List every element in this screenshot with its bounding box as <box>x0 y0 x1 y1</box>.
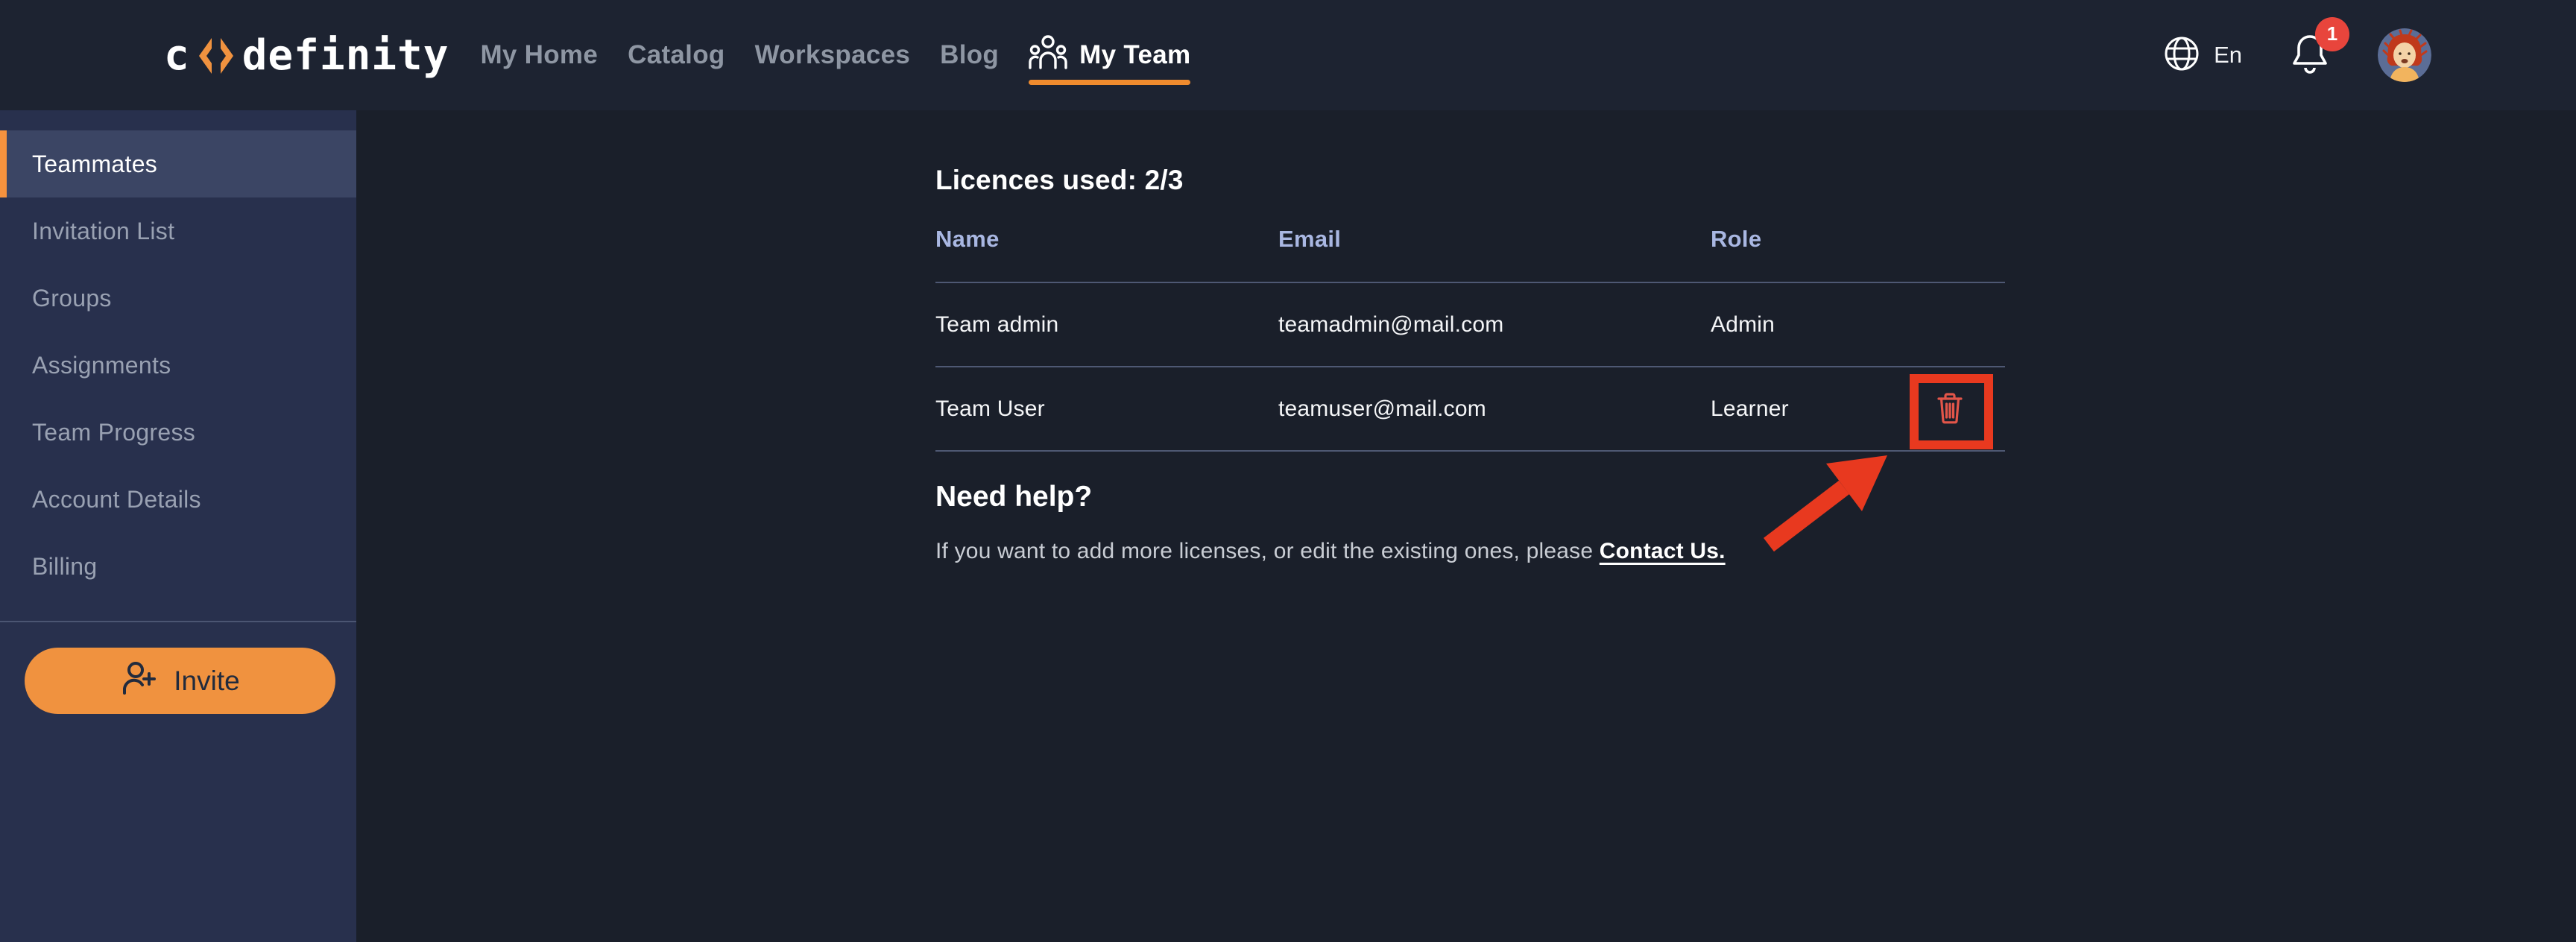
main-nav: My Home Catalog Workspaces Blog My Tea <box>480 0 1190 110</box>
cell-name: Team User <box>935 396 1278 422</box>
sidebar-item-label: Groups <box>32 285 112 312</box>
need-help-title: Need help? <box>935 481 2005 513</box>
team-sidebar: Teammates Invitation List Groups Assignm… <box>0 110 356 942</box>
language-selector[interactable]: En <box>2163 35 2242 76</box>
trash-icon <box>1936 391 1963 426</box>
sidebar-item-label: Billing <box>32 553 97 581</box>
nav-label: My Home <box>480 40 598 70</box>
logo-text-prefix: c <box>164 31 190 80</box>
sidebar-item-teammates[interactable]: Teammates <box>0 130 356 197</box>
need-help-text: If you want to add more licenses, or edi… <box>935 539 2005 564</box>
header-actions: En 1 <box>2163 28 2431 82</box>
user-avatar[interactable] <box>2378 28 2431 82</box>
cell-name: Team admin <box>935 312 1278 338</box>
sidebar-item-label: Team Progress <box>32 419 195 446</box>
teammates-table: Name Email Role Team admin teamadmin@mai… <box>935 197 2005 452</box>
table-header-row: Name Email Role <box>935 197 2005 283</box>
sidebar-item-assignments[interactable]: Assignments <box>0 332 356 399</box>
table-row: Team User teamuser@mail.com Learner <box>935 367 2005 452</box>
nav-item-workspaces[interactable]: Workspaces <box>755 0 911 110</box>
active-item-bar <box>0 130 7 197</box>
top-header: c definity My Home Catalog Workspaces Bl… <box>0 0 2576 110</box>
sidebar-item-team-progress[interactable]: Team Progress <box>0 399 356 466</box>
sidebar-item-label: Account Details <box>32 486 201 513</box>
code-brackets-icon <box>190 31 242 80</box>
invite-button[interactable]: Invite <box>25 648 335 714</box>
active-tab-underline <box>1029 80 1190 85</box>
nav-item-catalog[interactable]: Catalog <box>628 0 724 110</box>
logo-text-suffix: definity <box>242 31 449 80</box>
sidebar-item-label: Invitation List <box>32 218 174 245</box>
licences-used-title: Licences used: 2/3 <box>935 165 1184 196</box>
codefinity-logo[interactable]: c definity <box>164 31 449 80</box>
sidebar-item-billing[interactable]: Billing <box>0 533 356 600</box>
column-header-role: Role <box>1711 226 2005 253</box>
nav-label: My Team <box>1079 40 1190 70</box>
globe-icon <box>2163 35 2200 76</box>
delete-teammate-button[interactable] <box>1929 385 1971 433</box>
sidebar-item-account-details[interactable]: Account Details <box>0 466 356 533</box>
annotation-arrow <box>0 0 2576 942</box>
cell-role: Admin <box>1711 312 2005 338</box>
nav-item-my-team[interactable]: My Team <box>1029 0 1190 110</box>
sidebar-divider <box>0 621 356 622</box>
contact-us-link[interactable]: Contact Us. <box>1600 539 1726 563</box>
language-label: En <box>2214 42 2242 69</box>
need-help-body-text: If you want to add more licenses, or edi… <box>935 539 1593 563</box>
cell-email: teamadmin@mail.com <box>1278 312 1711 338</box>
person-add-icon <box>120 660 157 701</box>
sidebar-item-label: Teammates <box>32 151 157 178</box>
invite-button-label: Invite <box>174 666 239 697</box>
nav-item-my-home[interactable]: My Home <box>480 0 598 110</box>
column-header-email: Email <box>1278 226 1711 253</box>
notifications-button[interactable]: 1 <box>2290 32 2330 79</box>
team-people-icon <box>1029 34 1067 78</box>
nav-label: Workspaces <box>755 40 911 70</box>
table-row: Team admin teamadmin@mail.com Admin <box>935 283 2005 367</box>
notification-badge: 1 <box>2315 17 2349 51</box>
sidebar-menu: Teammates Invitation List Groups Assignm… <box>0 110 356 600</box>
nav-label: Catalog <box>628 40 724 70</box>
sidebar-item-groups[interactable]: Groups <box>0 265 356 332</box>
column-header-name: Name <box>935 226 1278 253</box>
sidebar-item-label: Assignments <box>32 352 171 379</box>
need-help-section: Need help? If you want to add more licen… <box>935 481 2005 564</box>
cell-email: teamuser@mail.com <box>1278 396 1711 422</box>
nav-label: Blog <box>940 40 999 70</box>
nav-item-blog[interactable]: Blog <box>940 0 999 110</box>
sidebar-item-invitation-list[interactable]: Invitation List <box>0 197 356 265</box>
